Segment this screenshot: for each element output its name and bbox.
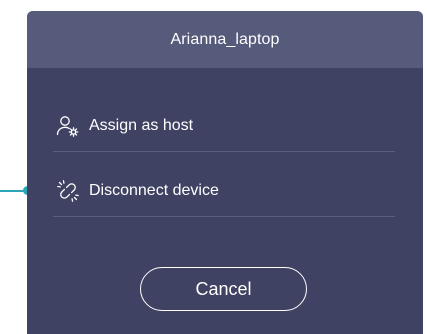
broken-link-icon xyxy=(55,178,81,204)
assign-as-host-label: Assign as host xyxy=(89,117,194,134)
device-options-dialog: Arianna_laptop Assign as host Disconnect… xyxy=(27,11,423,334)
cancel-button[interactable]: Cancel xyxy=(140,267,307,311)
menu-divider xyxy=(53,151,395,152)
assign-as-host-item[interactable]: Assign as host xyxy=(53,96,395,156)
user-gear-icon xyxy=(55,113,81,139)
cancel-label: Cancel xyxy=(195,278,252,299)
stage: Arianna_laptop Assign as host Disconnect… xyxy=(0,0,427,334)
dialog-header: Arianna_laptop xyxy=(27,11,423,68)
disconnect-device-label: Disconnect device xyxy=(89,182,219,199)
menu-divider xyxy=(53,216,395,217)
disconnect-device-item[interactable]: Disconnect device xyxy=(53,161,395,221)
dialog-title: Arianna_laptop xyxy=(170,30,280,48)
